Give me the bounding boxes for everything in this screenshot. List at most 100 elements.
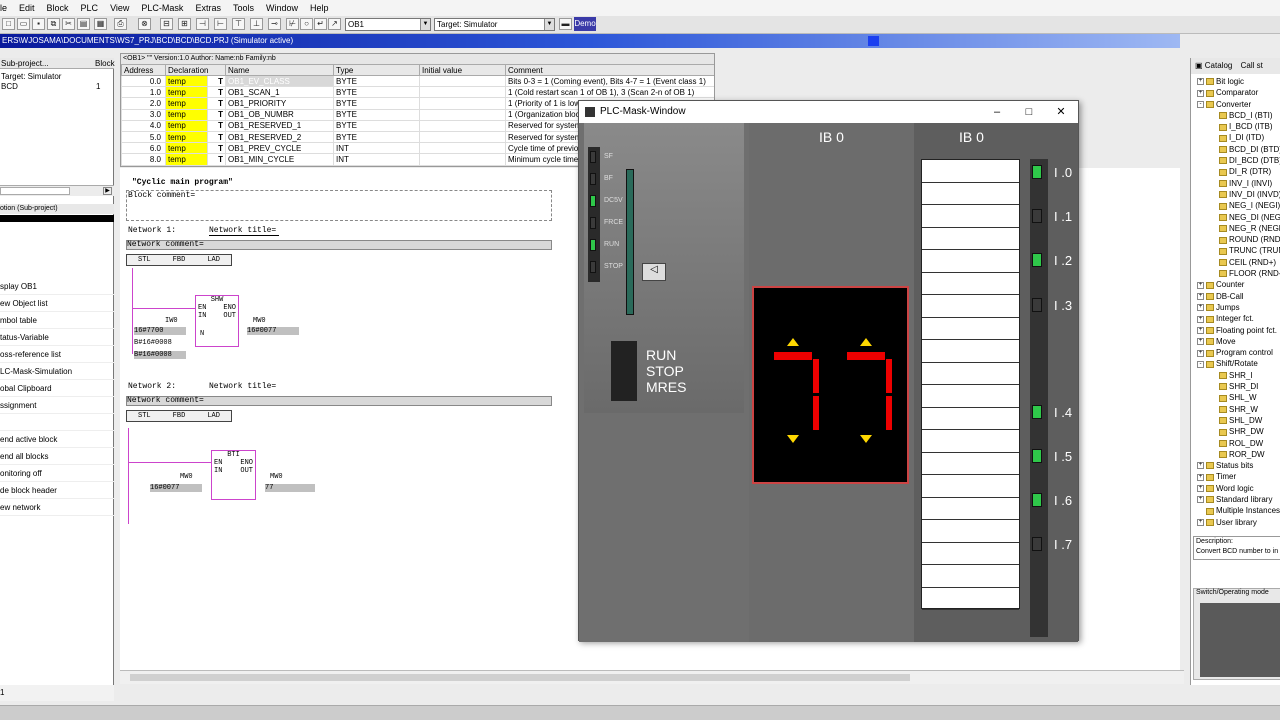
col-comment[interactable]: Comment [505, 64, 714, 76]
menu-plc[interactable]: PLC [76, 3, 106, 13]
cell-initial[interactable] [419, 74, 507, 88]
cell-type[interactable]: BYTE [333, 119, 421, 132]
tree-item[interactable]: + Status bits [1191, 460, 1280, 471]
cell-type[interactable]: INT [333, 153, 421, 166]
input-switch[interactable] [922, 408, 1019, 430]
coil-set-icon[interactable]: ○ [300, 18, 313, 30]
tab-catalog[interactable]: Catalog [1205, 61, 1233, 70]
expand-icon[interactable]: + [1197, 518, 1204, 526]
cell-initial[interactable] [419, 130, 507, 144]
tree-item[interactable]: + Floating point fct. [1191, 325, 1280, 336]
tree-item[interactable]: INV_I (INVI) [1191, 178, 1280, 189]
expand-icon[interactable]: + [1197, 349, 1204, 357]
action-plc-mask[interactable]: LC-Mask-Simulation [0, 363, 114, 380]
chevron-down-icon[interactable]: ▼ [544, 19, 554, 30]
open-icon[interactable]: ▭ [17, 18, 30, 30]
tree-item[interactable]: + Program control [1191, 347, 1280, 358]
target-select[interactable]: Target: Simulator ▼ [434, 18, 555, 31]
menu-window[interactable]: Window [261, 3, 305, 13]
contact-no-icon[interactable]: ⊣ [196, 18, 209, 30]
bti-box[interactable]: BTI EN ENO IN OUT [211, 450, 256, 500]
cell-name[interactable]: OB1_PRIORITY [225, 97, 335, 110]
input-switch[interactable] [922, 385, 1019, 408]
tree-item[interactable]: BCD_DI (BTD) [1191, 144, 1280, 155]
input-switch[interactable] [922, 363, 1019, 385]
network1-title[interactable]: Network title= [209, 226, 276, 235]
mode-stop[interactable]: STOP [646, 363, 686, 379]
cell-flag[interactable]: T [206, 86, 227, 99]
cell-address[interactable]: 2.0 [121, 97, 166, 110]
cell-flag[interactable]: T [206, 130, 227, 144]
action-send-active[interactable]: end active block [0, 431, 114, 448]
cell-declaration[interactable]: temp [165, 97, 208, 110]
cell-type[interactable]: BYTE [333, 74, 421, 88]
cell-address[interactable]: 4.0 [121, 119, 166, 132]
col-address[interactable]: Address [121, 64, 166, 76]
input-switch[interactable] [922, 543, 1019, 565]
tree-item[interactable]: + Jumps [1191, 302, 1280, 313]
save-icon[interactable]: ▪ [32, 18, 45, 30]
cell-flag[interactable]: T [206, 74, 227, 88]
tree-item[interactable]: DI_R (DTR) [1191, 166, 1280, 177]
tree-item[interactable]: SHR_DI [1191, 381, 1280, 392]
tree-item[interactable]: ROL_DW [1191, 438, 1280, 449]
input-switch[interactable] [922, 498, 1019, 520]
cell-name[interactable]: OB1_SCAN_1 [225, 86, 335, 99]
cell-declaration[interactable]: temp [165, 142, 208, 155]
action-global-clipboard[interactable]: obal Clipboard [0, 380, 114, 397]
expand-icon[interactable]: + [1197, 89, 1204, 97]
menu-help[interactable]: Help [305, 3, 336, 13]
mode-switch-image[interactable] [1200, 603, 1280, 677]
tree-item[interactable]: + Integer fct. [1191, 313, 1280, 324]
mode-switch[interactable] [611, 341, 637, 401]
block-select[interactable]: OB1 ▼ [345, 18, 431, 31]
tree-item[interactable]: I_BCD (ITB) [1191, 121, 1280, 132]
paste-icon[interactable]: ▤ [77, 18, 90, 30]
expand-icon[interactable]: + [1197, 496, 1204, 504]
cell-flag[interactable]: T [206, 153, 227, 166]
input-switch[interactable] [922, 160, 1019, 183]
project-row-name[interactable]: BCD [1, 82, 18, 91]
tab-stl[interactable]: STL [138, 256, 151, 264]
tree-item[interactable]: NEG_R (NEGR) [1191, 223, 1280, 234]
tree-item[interactable]: DI_BCD (DTB) [1191, 155, 1280, 166]
cell-address[interactable]: 3.0 [121, 108, 166, 121]
code-hscrollbar[interactable] [120, 670, 1184, 684]
tree-item[interactable]: NEG_I (NEGI) [1191, 200, 1280, 211]
tree-item[interactable]: SHL_DW [1191, 415, 1280, 426]
shw-out-var[interactable]: MW0 [253, 317, 266, 325]
network2-comment[interactable]: Network comment= [126, 396, 552, 406]
col-subproject[interactable]: Sub-project... [1, 59, 49, 68]
tree-item[interactable]: + Bit logic [1191, 76, 1280, 87]
chevron-down-icon[interactable]: ▼ [420, 19, 430, 30]
shw-in-var[interactable]: IW0 [165, 317, 178, 325]
tree-item[interactable]: BCD_I (BTI) [1191, 110, 1280, 121]
network1-comment[interactable]: Network comment= [126, 240, 552, 250]
cell-declaration[interactable]: temp [165, 74, 208, 88]
expand-icon[interactable]: + [1197, 473, 1204, 481]
cell-name[interactable]: OB1_EV_CLASS [225, 74, 335, 88]
tree-item[interactable]: NEG_DI (NEGD) [1191, 212, 1280, 223]
tree-item[interactable]: INV_DI (INVD) [1191, 189, 1280, 200]
shw-n-var[interactable]: B#16#0008 [134, 339, 172, 347]
cell-initial[interactable] [419, 153, 507, 166]
tree-item[interactable]: + User library [1191, 517, 1280, 528]
cell-flag[interactable]: T [206, 142, 227, 155]
print-icon[interactable]: ⎙ [114, 18, 127, 30]
copy-icon[interactable]: ⧉ [47, 18, 60, 30]
cell-declaration[interactable]: temp [165, 108, 208, 121]
collapse-icon[interactable]: - [1197, 360, 1204, 368]
tree-item[interactable]: + Move [1191, 336, 1280, 347]
input-switch[interactable] [922, 453, 1019, 475]
maximize-icon[interactable]: □ [1013, 101, 1045, 123]
cell-name[interactable]: OB1_RESERVED_2 [225, 130, 335, 144]
cell-name[interactable]: OB1_PREV_CYCLE [225, 142, 335, 155]
mode-run[interactable]: RUN [646, 347, 686, 363]
network2-title[interactable]: Network title= [209, 382, 276, 391]
contact-icon[interactable]: ⊬ [286, 18, 299, 30]
tree-item[interactable]: + Timer [1191, 471, 1280, 482]
tab-fbd[interactable]: FBD [173, 412, 186, 420]
tree-item[interactable]: ROR_DW [1191, 449, 1280, 460]
collapse-icon[interactable]: - [1197, 100, 1204, 108]
action-object-list[interactable]: ew Object list [0, 295, 114, 312]
